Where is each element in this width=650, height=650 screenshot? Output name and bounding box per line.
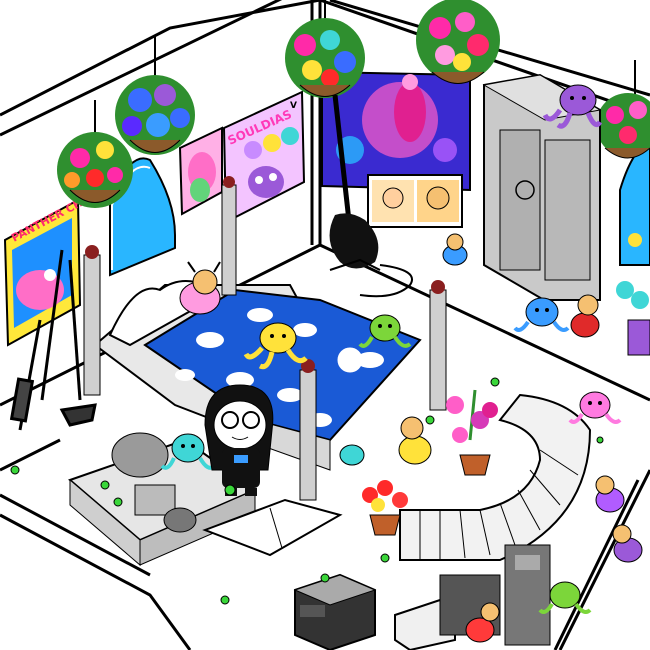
skull-icon bbox=[248, 166, 284, 198]
hanging-planter-far-right[interactable] bbox=[596, 60, 650, 159]
hanging-planter-center-left[interactable] bbox=[115, 35, 195, 155]
anime-poster-pink[interactable] bbox=[178, 126, 223, 216]
octopus-plush-cyan-small[interactable] bbox=[339, 444, 365, 466]
machine-part-icon bbox=[111, 432, 169, 478]
orchid-pot[interactable] bbox=[446, 389, 498, 476]
skull-poster-mark: V bbox=[290, 101, 297, 111]
creature-plush-pink[interactable] bbox=[179, 261, 221, 315]
power-supply-box[interactable] bbox=[293, 573, 377, 650]
guitar-cable bbox=[359, 264, 413, 298]
creature-plush-red[interactable] bbox=[570, 294, 600, 338]
creature-plush-blue[interactable] bbox=[442, 233, 468, 266]
isometric-bedroom: PANTHER CHAPS SOULDIAS V bbox=[0, 0, 650, 650]
sun-motif-icon bbox=[337, 347, 363, 373]
octopus-plush-pink[interactable] bbox=[568, 391, 622, 424]
hanging-planter-center[interactable] bbox=[285, 0, 365, 98]
hanging-planter-right[interactable] bbox=[416, 0, 500, 84]
creature-plush-yellow[interactable] bbox=[398, 416, 432, 465]
octopus-plush-blue[interactable] bbox=[513, 297, 570, 332]
game-room-scene: PANTHER CHAPS SOULDIAS V bbox=[0, 0, 650, 650]
comic-poster[interactable] bbox=[367, 174, 463, 228]
